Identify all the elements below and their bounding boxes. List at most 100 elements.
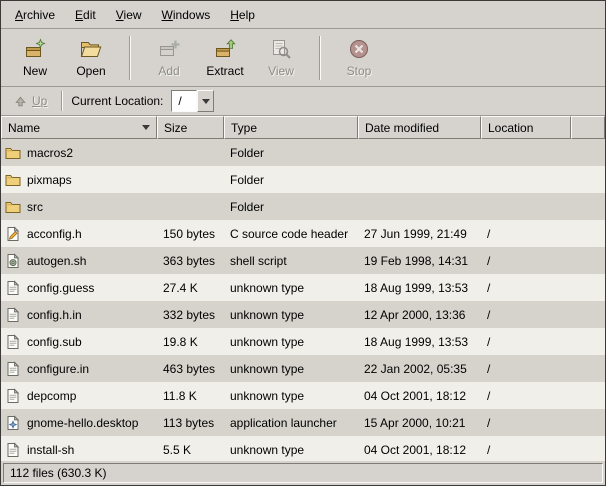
menu-windows[interactable]: Windows <box>152 3 221 27</box>
column-header-type[interactable]: Type <box>224 116 358 139</box>
column-header-size[interactable]: Size <box>157 116 224 139</box>
launcher-file-icon <box>5 415 21 431</box>
script-file-icon <box>5 253 21 269</box>
cell-name: pixmaps <box>1 172 157 188</box>
cell-name: macros2 <box>1 145 157 161</box>
cell-size: 11.8 K <box>157 389 224 403</box>
cell-size: 363 bytes <box>157 254 224 268</box>
cell-location: / <box>481 443 571 457</box>
text-file-icon <box>5 361 21 377</box>
column-header-name[interactable]: Name <box>1 116 157 139</box>
cell-size: 27.4 K <box>157 281 224 295</box>
extract-button[interactable]: Extract <box>197 32 253 84</box>
file-name: install-sh <box>27 443 74 457</box>
file-row-config.h.in[interactable]: config.h.in 332 bytesunknown type12 Apr 2… <box>1 301 605 328</box>
cell-type: unknown type <box>224 308 358 322</box>
cell-date-modified: 04 Oct 2001, 18:12 <box>358 443 481 457</box>
up-button[interactable]: Up <box>7 91 53 112</box>
view-file-icon <box>269 37 293 61</box>
file-row-config.sub[interactable]: config.sub19.8 Kunknown type18 Aug 1999,… <box>1 328 605 355</box>
folder-icon <box>5 199 21 215</box>
file-row-config.guess[interactable]: config.guess27.4 Kunknown type18 Aug 199… <box>1 274 605 301</box>
cell-date-modified: 18 Aug 1999, 13:53 <box>358 281 481 295</box>
cell-date-modified: 12 Apr 2000, 13:36 <box>358 308 481 322</box>
new-archive-icon <box>23 37 47 61</box>
cell-type: unknown type <box>224 335 358 349</box>
file-row-acconfig.h[interactable]: acconfig.h150 bytesC source code header2… <box>1 220 605 247</box>
file-name: gnome-hello.desktop <box>27 416 138 430</box>
new-button[interactable]: New <box>7 32 63 84</box>
stop-icon <box>347 37 371 61</box>
column-header-row: Name Size Type Date modifiedLocation <box>1 116 605 139</box>
file-row-install-sh[interactable]: install-sh5.5 Kunknown type04 Oct 2001, … <box>1 436 605 461</box>
text-file-icon <box>5 442 21 458</box>
up-button-label: Up <box>32 94 47 108</box>
menu-view[interactable]: View <box>106 3 152 27</box>
file-name: src <box>27 200 43 214</box>
column-header-filler[interactable] <box>571 116 605 139</box>
file-row-src[interactable]: src Folder <box>1 193 605 220</box>
cell-location: / <box>481 416 571 430</box>
menu-bar: ArchiveEditViewWindowsHelp <box>1 1 605 29</box>
cell-location: / <box>481 227 571 241</box>
cell-size: 5.5 K <box>157 443 224 457</box>
location-value[interactable]: / <box>171 90 197 112</box>
text-file-icon <box>5 280 21 296</box>
toolbar-button-label: Add <box>158 64 179 78</box>
cell-location: / <box>481 389 571 403</box>
file-row-autogen.sh[interactable]: autogen.sh363 bytesshell script19 Feb 19… <box>1 247 605 274</box>
file-row-gnome-hello.desktop[interactable]: gnome-hello.desktop113 bytesapplication … <box>1 409 605 436</box>
column-header-location[interactable]: Location <box>481 116 571 139</box>
toolbar-button-label: Extract <box>206 64 243 78</box>
cell-location: / <box>481 362 571 376</box>
file-row-configure.in[interactable]: configure.in463 bytesunknown type22 Jan … <box>1 355 605 382</box>
c-header-file-icon <box>5 226 21 242</box>
file-name: config.h.in <box>27 308 82 322</box>
cell-type: C source code header <box>224 227 358 241</box>
stop-button: Stop <box>331 32 387 84</box>
open-button[interactable]: Open <box>63 32 119 84</box>
cell-type: Folder <box>224 173 358 187</box>
column-header-date-modified[interactable]: Date modified <box>358 116 481 139</box>
up-arrow-icon <box>13 94 28 109</box>
menu-help[interactable]: Help <box>220 3 265 27</box>
cell-size: 150 bytes <box>157 227 224 241</box>
cell-size: 332 bytes <box>157 308 224 322</box>
cell-type: Folder <box>224 200 358 214</box>
file-name: configure.in <box>27 362 89 376</box>
current-location-label: Current Location: <box>71 94 163 108</box>
location-dropdown-button[interactable] <box>197 90 214 112</box>
cell-name: src <box>1 199 157 215</box>
file-row-macros2[interactable]: macros2Folder <box>1 139 605 166</box>
cell-date-modified: 19 Feb 1998, 14:31 <box>358 254 481 268</box>
text-file-icon <box>5 388 21 404</box>
file-name: config.guess <box>27 281 94 295</box>
text-file-icon <box>5 307 21 323</box>
toolbar-separator <box>319 36 321 80</box>
file-name: config.sub <box>27 335 82 349</box>
location-combobox[interactable]: / <box>171 90 214 112</box>
toolbar-button-label: View <box>268 64 294 78</box>
file-name: depcomp <box>27 389 76 403</box>
cell-name: acconfig.h <box>1 226 157 242</box>
column-header-label: Size <box>164 121 187 135</box>
file-list: macros2Folder pixmaps Folder src Folder accon… <box>1 139 605 461</box>
cell-name: config.sub <box>1 334 157 350</box>
toolbar-button-label: Stop <box>347 64 372 78</box>
cell-size: 19.8 K <box>157 335 224 349</box>
menu-edit[interactable]: Edit <box>65 3 106 27</box>
add-files-icon <box>157 37 181 61</box>
open-archive-icon <box>79 37 103 61</box>
cell-type: shell script <box>224 254 358 268</box>
menu-archive[interactable]: Archive <box>5 3 65 27</box>
cell-type: application launcher <box>224 416 358 430</box>
column-header-label: Type <box>231 121 257 135</box>
cell-date-modified: 22 Jan 2002, 05:35 <box>358 362 481 376</box>
status-bar-frame: 112 files (630.3 K) <box>3 463 603 483</box>
cell-size: 463 bytes <box>157 362 224 376</box>
file-row-depcomp[interactable]: depcomp11.8 Kunknown type04 Oct 2001, 18… <box>1 382 605 409</box>
cell-name: gnome-hello.desktop <box>1 415 157 431</box>
file-row-pixmaps[interactable]: pixmaps Folder <box>1 166 605 193</box>
location-bar: Up Current Location: / <box>1 87 605 116</box>
cell-location: / <box>481 254 571 268</box>
